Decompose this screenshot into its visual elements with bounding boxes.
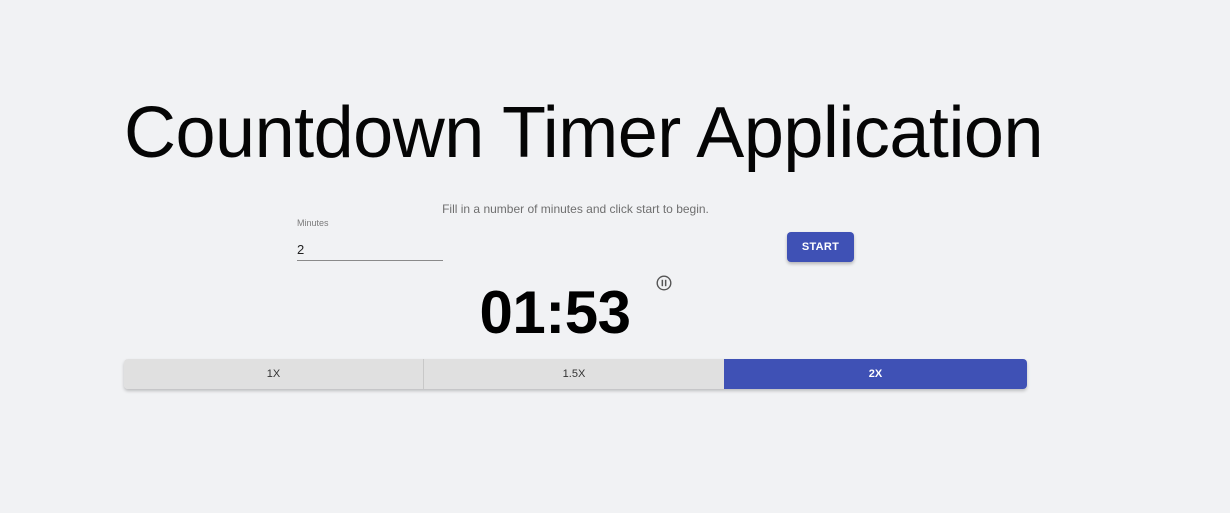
speed-1-5x-button[interactable]: 1.5X [424, 359, 724, 389]
instructions-text: Fill in a number of minutes and click st… [442, 202, 709, 216]
pause-circle-icon [656, 275, 672, 291]
pause-button[interactable] [655, 274, 673, 292]
page-title: Countdown Timer Application [124, 93, 1044, 173]
minutes-field-label: Minutes [297, 218, 329, 228]
start-button[interactable]: START [787, 232, 854, 262]
timer-display: 01:53 [479, 279, 631, 346]
minutes-input[interactable] [297, 238, 443, 261]
speed-2x-button[interactable]: 2X [724, 359, 1027, 389]
minutes-field: Minutes [297, 218, 443, 261]
countdown-timer-page: Countdown Timer Application Fill in a nu… [0, 0, 1230, 513]
speed-toggle-group: 1X 1.5X 2X [124, 359, 1027, 389]
speed-1x-button[interactable]: 1X [124, 359, 424, 389]
